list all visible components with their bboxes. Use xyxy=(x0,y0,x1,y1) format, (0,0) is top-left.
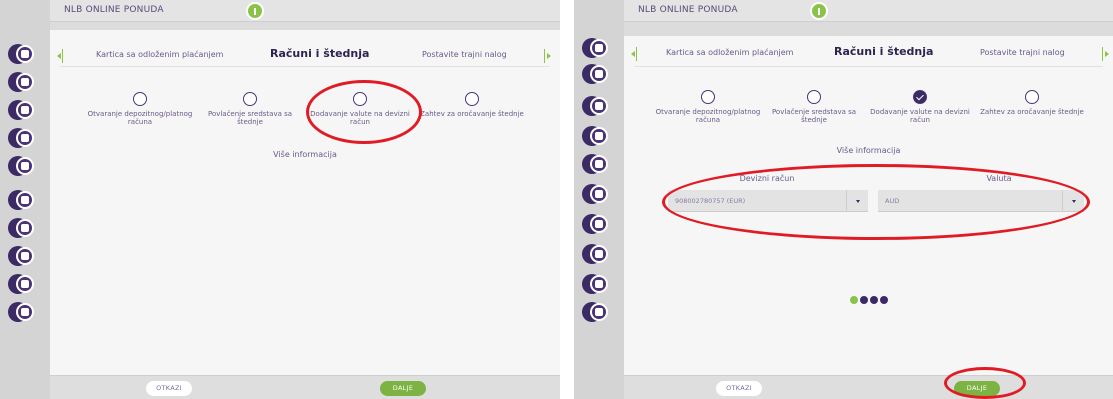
more-info-link[interactable]: Više informacija xyxy=(624,146,1113,155)
app-title: NLB ONLINE PONUDA xyxy=(64,5,164,15)
radio-circle[interactable] xyxy=(1025,90,1039,104)
step-add-currency[interactable]: Dodavanje valute na devizni račun xyxy=(304,92,416,126)
leaf-icon[interactable] xyxy=(8,128,44,148)
sidebar-rail xyxy=(574,0,624,399)
tab-prev-arrow-icon[interactable] xyxy=(57,49,72,63)
sidebar-rail xyxy=(0,0,50,399)
coins-icon[interactable] xyxy=(582,214,618,234)
footer-bar: OTKAZI DALJE xyxy=(624,375,1113,399)
settings-icon[interactable] xyxy=(582,302,618,322)
tab-prev[interactable]: Kartica sa odloženim plaćanjem xyxy=(666,48,793,57)
radio-circle[interactable] xyxy=(133,92,147,106)
step-add-currency[interactable]: Dodavanje valute na devizni račun xyxy=(864,90,976,124)
nlb-logo-icon xyxy=(810,2,828,20)
step-selector: Otvaranje depozitnog/platnog računa Povl… xyxy=(50,92,560,142)
chart-icon[interactable] xyxy=(582,38,618,58)
location-icon[interactable] xyxy=(8,246,44,266)
location-icon[interactable] xyxy=(582,244,618,264)
app-title: NLB ONLINE PONUDA xyxy=(638,5,738,15)
progress-dot xyxy=(870,296,878,304)
screenshot-gap xyxy=(560,0,574,399)
tab-divider xyxy=(60,66,550,67)
radio-circle[interactable] xyxy=(243,92,257,106)
step-label: Dodavanje valute na devizni račun xyxy=(310,110,410,126)
radio-circle[interactable] xyxy=(465,92,479,106)
tab-prev-arrow-icon[interactable] xyxy=(631,47,646,61)
checked-circle-icon[interactable] xyxy=(913,90,927,104)
top-bar: NLB ONLINE PONUDA xyxy=(624,0,1113,22)
step-withdraw-savings[interactable]: Povlačenje sredstava sa štednje xyxy=(758,90,870,124)
progress-dot xyxy=(880,296,888,304)
cancel-button[interactable]: OTKAZI xyxy=(716,381,762,396)
progress-dot xyxy=(850,296,858,304)
next-button[interactable]: DALJE xyxy=(954,381,1000,396)
account-select[interactable]: 908002780757 (EUR) xyxy=(668,190,868,212)
step-label: Dodavanje valute na devizni račun xyxy=(870,108,970,124)
wallet-icon[interactable] xyxy=(582,184,618,204)
atm-icon[interactable] xyxy=(8,156,44,176)
step-open-account[interactable]: Otvaranje depozitnog/platnog računa xyxy=(652,90,764,124)
nlb-logo-icon xyxy=(246,2,264,20)
briefcase-icon[interactable] xyxy=(8,72,44,92)
tab-active[interactable]: Računi i štednja xyxy=(834,45,933,58)
tab-prev[interactable]: Kartica sa odloženim plaćanjem xyxy=(96,50,223,59)
step-term-deposit[interactable]: Zahtev za oročavanje štednje xyxy=(416,92,528,118)
footer-bar: OTKAZI DALJE xyxy=(50,375,560,399)
screenshot-before: NLB ONLINE PONUDA Kartica sa odloženim p… xyxy=(0,0,560,399)
more-info-link[interactable]: Više informacija xyxy=(50,150,560,159)
tab-divider xyxy=(634,66,1103,67)
step-label: Povlačenje sredstava sa štednje xyxy=(771,108,857,124)
step-label: Povlačenje sredstava sa štednje xyxy=(207,110,293,126)
tab-next[interactable]: Postavite trajni nalog xyxy=(422,50,507,59)
coins-icon[interactable] xyxy=(8,218,44,238)
step-label: Zahtev za oročavanje štednje xyxy=(980,108,1084,116)
briefcase-icon[interactable] xyxy=(582,64,618,84)
atm-icon[interactable] xyxy=(582,154,618,174)
currency-icon[interactable] xyxy=(8,274,44,294)
tab-next[interactable]: Postavite trajni nalog xyxy=(980,48,1065,57)
step-label: Zahtev za oročavanje štednje xyxy=(420,110,524,118)
card-icon[interactable] xyxy=(582,96,618,116)
next-button[interactable]: DALJE xyxy=(380,381,426,396)
chevron-down-icon[interactable] xyxy=(846,190,868,212)
product-tabs: Kartica sa odloženim plaćanjem Računi i … xyxy=(50,44,560,68)
leaf-icon[interactable] xyxy=(582,126,618,146)
step-selector: Otvaranje depozitnog/platnog računa Povl… xyxy=(624,90,1113,140)
radio-circle[interactable] xyxy=(807,90,821,104)
radio-circle[interactable] xyxy=(701,90,715,104)
step-label: Otvaranje depozitnog/platnog računa xyxy=(87,110,193,126)
screenshot-after: NLB ONLINE PONUDA Kartica sa odloženim p… xyxy=(574,0,1113,399)
content-panel: Kartica sa odloženim plaćanjem Računi i … xyxy=(624,36,1113,375)
chevron-down-icon[interactable] xyxy=(1062,190,1084,212)
tab-next-arrow-icon[interactable] xyxy=(1102,47,1112,61)
card-icon[interactable] xyxy=(8,100,44,120)
progress-dot xyxy=(860,296,868,304)
currency-label: Valuta xyxy=(986,174,1012,183)
chart-icon[interactable] xyxy=(8,44,44,64)
step-label: Otvaranje depozitnog/platnog računa xyxy=(655,108,761,124)
tab-next-arrow-icon[interactable] xyxy=(544,49,554,63)
currency-select-value: AUD xyxy=(885,197,900,205)
product-tabs: Kartica sa odloženim plaćanjem Računi i … xyxy=(624,42,1113,66)
settings-icon[interactable] xyxy=(8,302,44,322)
top-bar: NLB ONLINE PONUDA xyxy=(50,0,560,22)
currency-icon[interactable] xyxy=(582,274,618,294)
account-label: Devizni račun xyxy=(739,174,795,183)
cancel-button[interactable]: OTKAZI xyxy=(146,381,192,396)
account-select-value: 908002780757 (EUR) xyxy=(675,197,746,205)
content-panel: Kartica sa odloženim plaćanjem Računi i … xyxy=(50,30,560,375)
radio-circle[interactable] xyxy=(353,92,367,106)
wallet-icon[interactable] xyxy=(8,190,44,210)
currency-select[interactable]: AUD xyxy=(878,190,1084,212)
step-withdraw-savings[interactable]: Povlačenje sredstava sa štednje xyxy=(194,92,306,126)
tab-active[interactable]: Računi i štednja xyxy=(270,47,369,60)
step-term-deposit[interactable]: Zahtev za oročavanje štednje xyxy=(976,90,1088,116)
step-open-account[interactable]: Otvaranje depozitnog/platnog računa xyxy=(84,92,196,126)
